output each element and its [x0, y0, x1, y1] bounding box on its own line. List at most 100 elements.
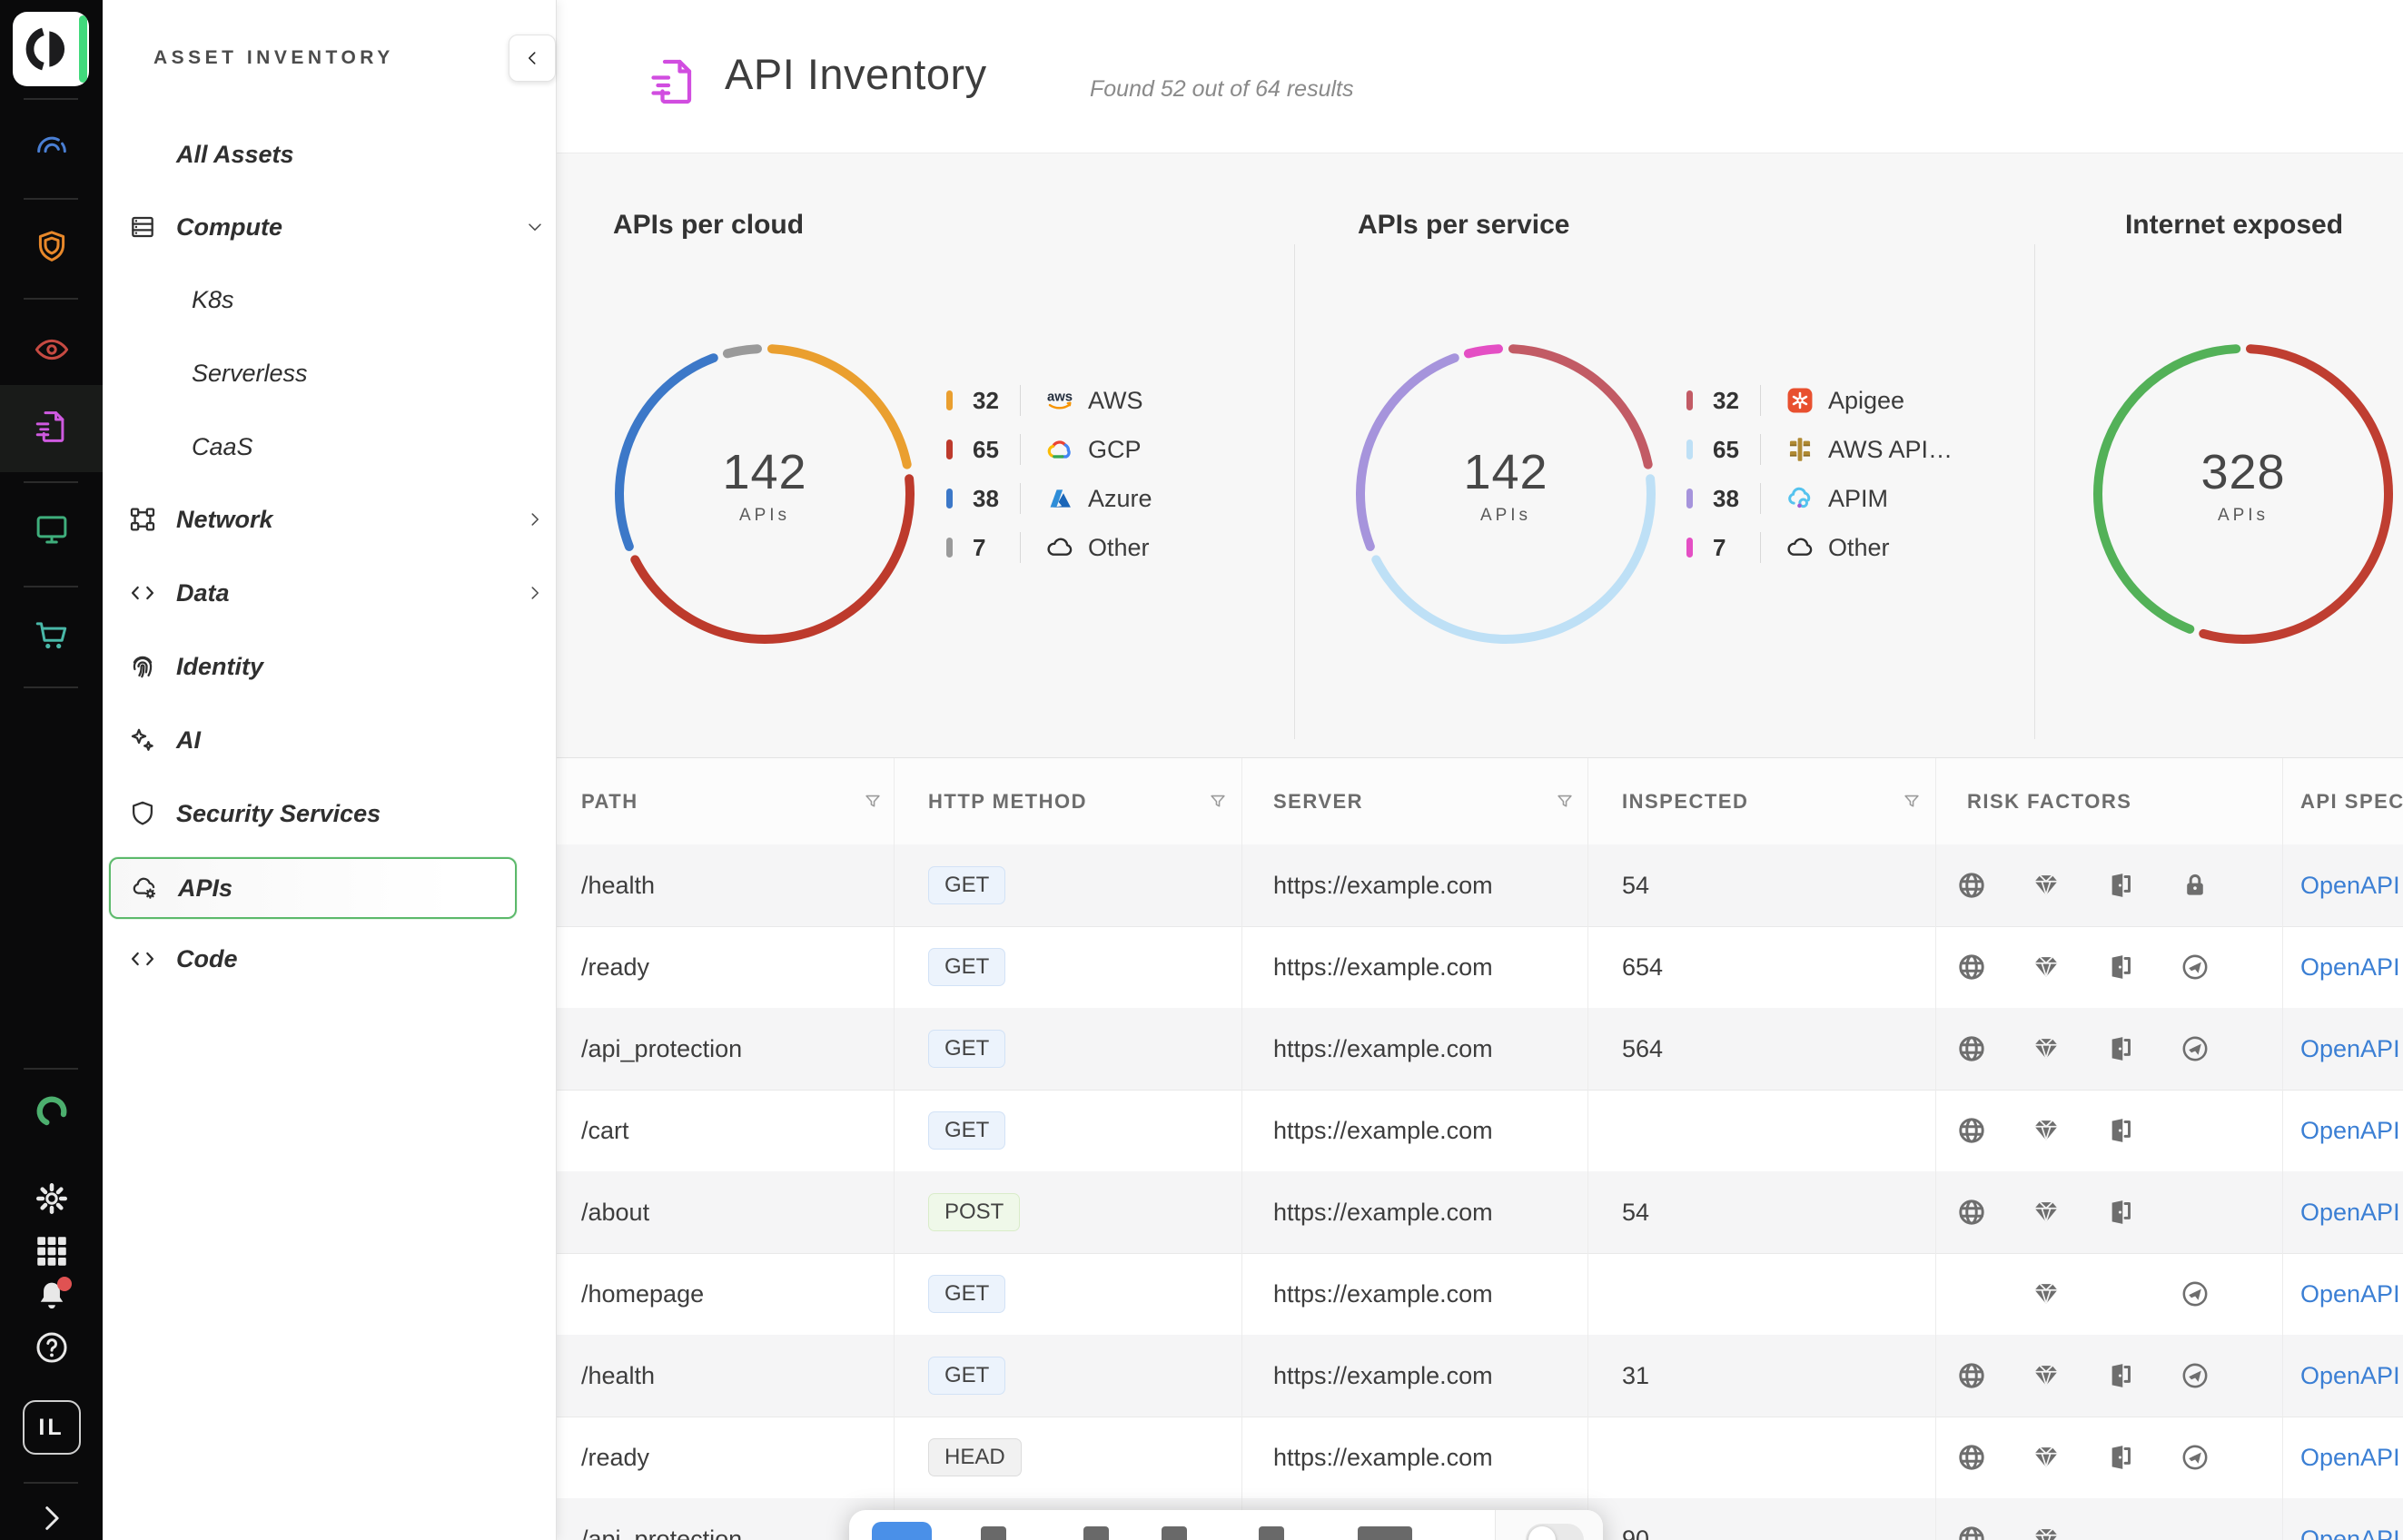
- table-row[interactable]: /homepageGEThttps://example.comOpenAPI: [556, 1253, 2403, 1336]
- avatar: IL: [23, 1400, 81, 1455]
- nav-sync[interactable]: [0, 1086, 103, 1137]
- sidebar-item-network[interactable]: Network: [109, 490, 513, 548]
- app-logo[interactable]: [13, 12, 89, 86]
- filter-icon[interactable]: [863, 758, 883, 844]
- cell-http-method: HEAD: [928, 1417, 1022, 1498]
- sidebar-item-k8s[interactable]: K8s: [109, 271, 513, 329]
- sidebar-item-compute[interactable]: Compute: [109, 198, 513, 256]
- sidebar-collapse-button[interactable]: [509, 35, 556, 82]
- openapi-link[interactable]: OpenAPI: [2300, 1444, 2400, 1472]
- sidebar-item-ai[interactable]: AI: [109, 711, 513, 769]
- apps[interactable]: [0, 1226, 103, 1277]
- openapi-link[interactable]: OpenAPI: [2300, 1035, 2400, 1063]
- column-header-http-method[interactable]: HTTP METHOD: [928, 758, 1087, 844]
- sidebar-item-code[interactable]: Code: [109, 930, 513, 988]
- filter-icon[interactable]: [1902, 758, 1922, 844]
- chevron-right-icon[interactable]: [525, 509, 545, 529]
- toolbar-toggle[interactable]: [1526, 1524, 1584, 1540]
- help[interactable]: [0, 1322, 103, 1373]
- filter-icon[interactable]: [1208, 758, 1228, 844]
- sidebar-item-caas[interactable]: CaaS: [109, 418, 513, 476]
- column-header-risk-factors[interactable]: RISK FACTORS: [1967, 758, 2131, 844]
- openapi-link[interactable]: OpenAPI: [2300, 1362, 2400, 1390]
- settings[interactable]: [0, 1173, 103, 1224]
- rail-divider: [24, 98, 78, 100]
- toolbar-icon[interactable]: [1358, 1526, 1412, 1540]
- sidebar-item-serverless[interactable]: Serverless: [109, 344, 513, 402]
- notifications[interactable]: [0, 1271, 103, 1322]
- table-row[interactable]: /readyGEThttps://example.com654OpenAPI: [556, 926, 2403, 1009]
- table-row[interactable]: /aboutPOSThttps://example.com54OpenAPI: [556, 1171, 2403, 1254]
- table-row[interactable]: /api_protectionGEThttps://example.com564…: [556, 1008, 2403, 1091]
- toolbar-icon[interactable]: [1162, 1526, 1187, 1540]
- openapi-link[interactable]: OpenAPI: [2300, 1525, 2400, 1540]
- table-row[interactable]: /healthGEThttps://example.com31OpenAPI: [556, 1335, 2403, 1417]
- table-row[interactable]: /cartGEThttps://example.comOpenAPI: [556, 1090, 2403, 1172]
- donut-total: 142: [1415, 444, 1597, 500]
- cell-http-method: GET: [928, 1008, 1005, 1090]
- rail-divider: [24, 686, 78, 688]
- cell-server: https://example.com: [1273, 926, 1493, 1008]
- legend-label: AWS: [1088, 387, 1143, 415]
- sidebar-item-security-services[interactable]: Security Services: [109, 785, 513, 843]
- openapi-link[interactable]: OpenAPI: [2300, 1280, 2400, 1308]
- column-header-api-spec[interactable]: API SPEC: [2300, 758, 2403, 844]
- sidebar-item-apis[interactable]: APIs: [109, 857, 517, 919]
- risk-gem-icon: [2031, 1197, 2063, 1229]
- cell-inspected: 54: [1622, 844, 1649, 926]
- cell-inspected: 54: [1622, 1171, 1649, 1253]
- toolbar-primary-button[interactable]: [872, 1522, 932, 1540]
- legend-item: 32 aws AWS: [946, 380, 1143, 421]
- cell-server: https://example.com: [1273, 1008, 1493, 1090]
- nav-inventory[interactable]: [0, 401, 103, 452]
- filter-icon[interactable]: [1555, 758, 1575, 844]
- column-header-path[interactable]: PATH: [581, 758, 638, 844]
- chevron-right-icon[interactable]: [525, 583, 545, 603]
- sidebar-item-label: Security Services: [176, 800, 381, 828]
- chart-divider: [2034, 244, 2035, 739]
- table-row[interactable]: /readyHEADhttps://example.comOpenAPI: [556, 1417, 2403, 1499]
- risk-door-icon: [2105, 870, 2138, 903]
- openapi-link[interactable]: OpenAPI: [2300, 953, 2400, 982]
- sidebar-title: ASSET INVENTORY: [153, 47, 394, 69]
- column-header-server[interactable]: SERVER: [1273, 758, 1363, 844]
- toolbar-icon[interactable]: [1259, 1526, 1284, 1540]
- nav-cart[interactable]: [0, 610, 103, 661]
- sidebar-item-all-assets[interactable]: All Assets: [109, 125, 513, 183]
- legend-tick: [1686, 538, 1693, 558]
- table-row[interactable]: /healthGEThttps://example.com54OpenAPI: [556, 844, 2403, 927]
- sidebar-item-label: Data: [176, 579, 230, 607]
- openapi-link[interactable]: OpenAPI: [2300, 872, 2400, 900]
- sidebar-item-data[interactable]: Data: [109, 564, 513, 622]
- gcp-logo-icon: [1044, 434, 1075, 465]
- asset-inventory-sidebar: ASSET INVENTORY All Assets Compute K8s: [103, 0, 557, 1540]
- apigee-logo-icon: [1785, 385, 1815, 416]
- cell-inspected: 31: [1622, 1335, 1649, 1417]
- risk-gem-icon: [2031, 1442, 2063, 1475]
- notification-dot: [57, 1277, 72, 1291]
- rail-divider: [24, 1068, 78, 1070]
- nav-dashboard[interactable]: [0, 120, 103, 171]
- fingerprint-icon: [128, 652, 157, 681]
- sidebar-item-label: Identity: [176, 653, 263, 681]
- risk-gem-icon: [2031, 1524, 2063, 1540]
- openapi-link[interactable]: OpenAPI: [2300, 1117, 2400, 1145]
- user-avatar[interactable]: IL: [0, 1402, 103, 1453]
- risk-globe-icon: [1956, 952, 1989, 984]
- column-header-inspected[interactable]: INSPECTED: [1622, 758, 1748, 844]
- expand[interactable]: [0, 1493, 103, 1540]
- legend-item: 38 APIM: [1686, 478, 1888, 519]
- legend-value: 7: [973, 534, 1020, 562]
- legend-tick: [946, 390, 953, 410]
- chevron-down-icon[interactable]: [525, 217, 545, 237]
- toolbar-icon[interactable]: [981, 1526, 1006, 1540]
- openapi-link[interactable]: OpenAPI: [2300, 1199, 2400, 1227]
- legend-tick: [946, 538, 953, 558]
- nav-monitor[interactable]: [0, 504, 103, 555]
- network-icon: [128, 505, 157, 534]
- aws-logo-icon: aws: [1044, 385, 1075, 416]
- nav-shield[interactable]: [0, 222, 103, 272]
- toolbar-icon[interactable]: [1083, 1526, 1109, 1540]
- sidebar-item-identity[interactable]: Identity: [109, 637, 513, 696]
- nav-eye[interactable]: [0, 324, 103, 375]
